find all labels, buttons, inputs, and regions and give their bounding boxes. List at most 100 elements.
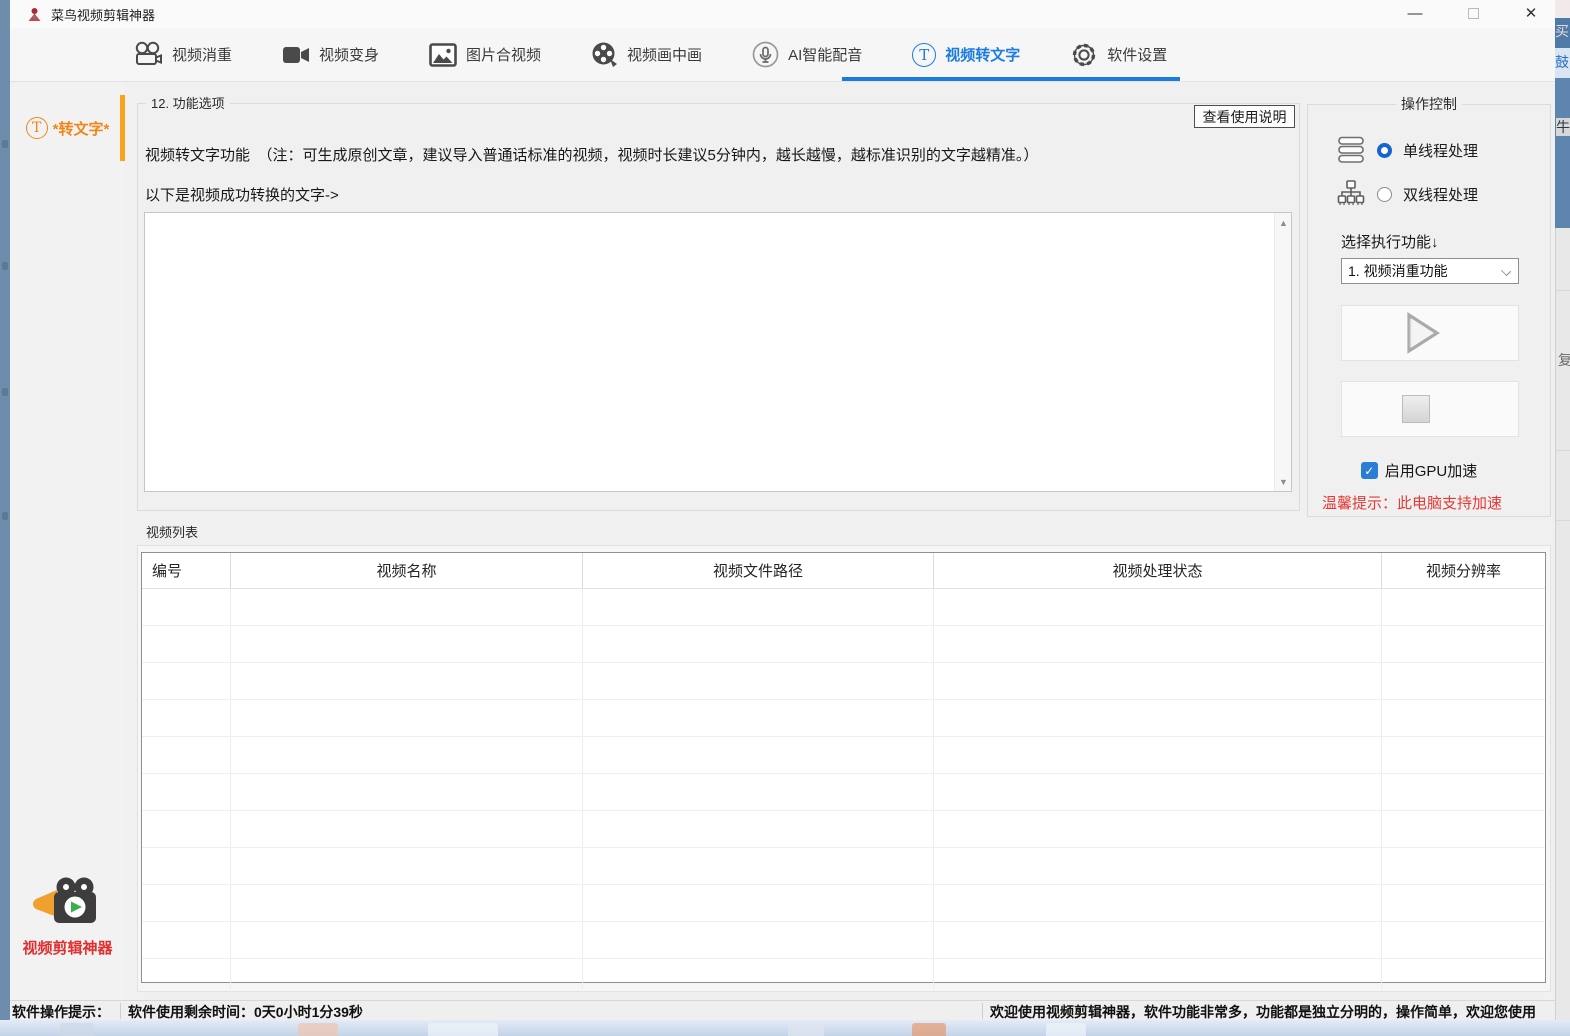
tab-label: 视频画中画 — [627, 44, 702, 65]
stop-button[interactable] — [1341, 381, 1519, 437]
table-cell — [231, 848, 583, 884]
scroll-up-icon[interactable]: ▲ — [1275, 214, 1292, 231]
group-title: 12. 功能选项 — [146, 95, 230, 112]
table-cell — [583, 811, 934, 847]
tab-label: AI智能配音 — [788, 44, 862, 65]
table-cell — [142, 737, 231, 773]
chevron-down-icon — [1501, 266, 1511, 276]
column-header-name[interactable]: 视频名称 — [231, 553, 583, 588]
table-cell — [142, 811, 231, 847]
table-row[interactable] — [142, 700, 1545, 737]
taskbar-item[interactable] — [788, 1023, 824, 1036]
video-table-header: 编号 视频名称 视频文件路径 视频处理状态 视频分辨率 — [142, 553, 1545, 589]
table-row[interactable] — [142, 589, 1545, 626]
table-cell — [231, 959, 583, 995]
table-row[interactable] — [142, 663, 1545, 700]
table-cell — [934, 589, 1382, 625]
remaining-time-text: 软件使用剩余时间：0天0小时1分39秒 — [128, 1002, 363, 1020]
background-fragment: 买 — [1555, 18, 1570, 48]
column-header-path[interactable]: 视频文件路径 — [583, 553, 934, 588]
table-cell — [583, 959, 934, 995]
group-title: 视频列表 — [141, 524, 203, 541]
video-table-body — [142, 589, 1545, 996]
taskbar-item[interactable] — [912, 1023, 946, 1036]
close-button[interactable]: ✕ — [1514, 0, 1548, 26]
single-thread-icon — [1336, 135, 1366, 165]
column-header-status[interactable]: 视频处理状态 — [934, 553, 1382, 588]
welcome-text: 欢迎使用视频剪辑神器，软件功能非常多，功能都是独立分明的，操作简单，欢迎您使用 — [990, 1002, 1536, 1020]
table-row[interactable] — [142, 774, 1545, 811]
gpu-acceleration-option[interactable]: ✓ 启用GPU加速 — [1298, 460, 1540, 481]
start-button[interactable] — [1341, 305, 1519, 361]
app-window: 菜鸟视频剪辑神器 — ✕ 视频消重 — [10, 0, 1555, 1020]
table-cell — [231, 922, 583, 958]
tab-label: 视频转文字 — [945, 44, 1020, 65]
table-cell — [231, 700, 583, 736]
table-cell — [583, 700, 934, 736]
table-row[interactable] — [142, 922, 1545, 959]
app-logo: 视频剪辑神器 — [10, 877, 125, 958]
table-row[interactable] — [142, 737, 1545, 774]
double-thread-option[interactable]: 双线程处理 — [1336, 179, 1478, 209]
image-icon — [429, 43, 457, 67]
table-cell — [583, 885, 934, 921]
tab-image-to-video[interactable]: 图片合视频 — [429, 28, 541, 81]
stop-icon — [1402, 395, 1430, 423]
table-row[interactable] — [142, 959, 1545, 996]
table-row[interactable] — [142, 626, 1545, 663]
tab-label: 视频消重 — [172, 44, 232, 65]
os-taskbar[interactable] — [0, 1020, 1570, 1036]
taskbar-item[interactable] — [428, 1023, 498, 1036]
single-thread-option[interactable]: 单线程处理 — [1336, 135, 1478, 165]
double-thread-radio[interactable] — [1377, 187, 1392, 202]
dropdown-value: 1. 视频消重功能 — [1348, 261, 1448, 281]
table-row[interactable] — [142, 885, 1545, 922]
background-fragment: 牛 — [1555, 78, 1570, 228]
table-row[interactable] — [142, 811, 1545, 848]
table-cell — [231, 811, 583, 847]
table-cell — [142, 959, 231, 995]
video-table: 编号 视频名称 视频文件路径 视频处理状态 视频分辨率 — [141, 552, 1546, 983]
column-header-resolution[interactable]: 视频分辨率 — [1382, 553, 1545, 588]
status-divider — [120, 1003, 121, 1019]
background-fragment: 复 — [1555, 228, 1570, 1020]
tab-video-transform[interactable]: 视频变身 — [282, 28, 379, 81]
table-cell — [231, 663, 583, 699]
function-dropdown[interactable]: 1. 视频消重功能 — [1341, 258, 1519, 284]
tab-video-pip[interactable]: 视频画中画 — [591, 28, 702, 81]
background-window-right-edge: 买 鼓 牛 复 — [1555, 0, 1570, 1020]
table-cell — [1382, 959, 1545, 995]
column-header-id[interactable]: 编号 — [142, 553, 231, 588]
gpu-checkbox[interactable]: ✓ — [1361, 462, 1378, 479]
sidebar-item-to-text[interactable]: T *转文字* — [10, 95, 125, 161]
status-divider — [982, 1003, 983, 1019]
taskbar-item[interactable] — [298, 1023, 338, 1036]
tab-ai-dubbing[interactable]: AI智能配音 — [752, 28, 862, 81]
scrollbar[interactable]: ▲ ▼ — [1274, 213, 1291, 491]
table-cell — [934, 774, 1382, 810]
transcript-textarea[interactable] — [145, 213, 1274, 491]
tab-video-dedupe[interactable]: 视频消重 — [133, 28, 232, 81]
screen: 菜鸟视频剪辑神器 — ✕ 视频消重 — [0, 0, 1570, 1036]
table-cell — [583, 922, 934, 958]
table-cell — [231, 885, 583, 921]
taskbar-item[interactable] — [1046, 1023, 1086, 1036]
table-row[interactable] — [142, 848, 1545, 885]
window-title: 菜鸟视频剪辑神器 — [51, 5, 155, 24]
play-icon — [1397, 310, 1443, 356]
table-cell — [231, 589, 583, 625]
taskbar-item[interactable] — [60, 1023, 94, 1036]
tab-video-to-text[interactable]: T 视频转文字 — [912, 28, 1020, 81]
maximize-button[interactable] — [1456, 0, 1490, 26]
single-thread-radio[interactable] — [1377, 143, 1392, 158]
table-cell — [1382, 589, 1545, 625]
tab-settings[interactable]: 软件设置 — [1070, 28, 1167, 81]
minimize-button[interactable]: — — [1398, 0, 1432, 26]
table-cell — [1382, 626, 1545, 662]
microphone-icon — [752, 41, 779, 68]
view-instructions-button[interactable]: 查看使用说明 — [1194, 105, 1295, 128]
app-icon — [27, 7, 42, 22]
table-cell — [142, 589, 231, 625]
table-cell — [934, 922, 1382, 958]
scroll-down-icon[interactable]: ▼ — [1275, 473, 1292, 490]
